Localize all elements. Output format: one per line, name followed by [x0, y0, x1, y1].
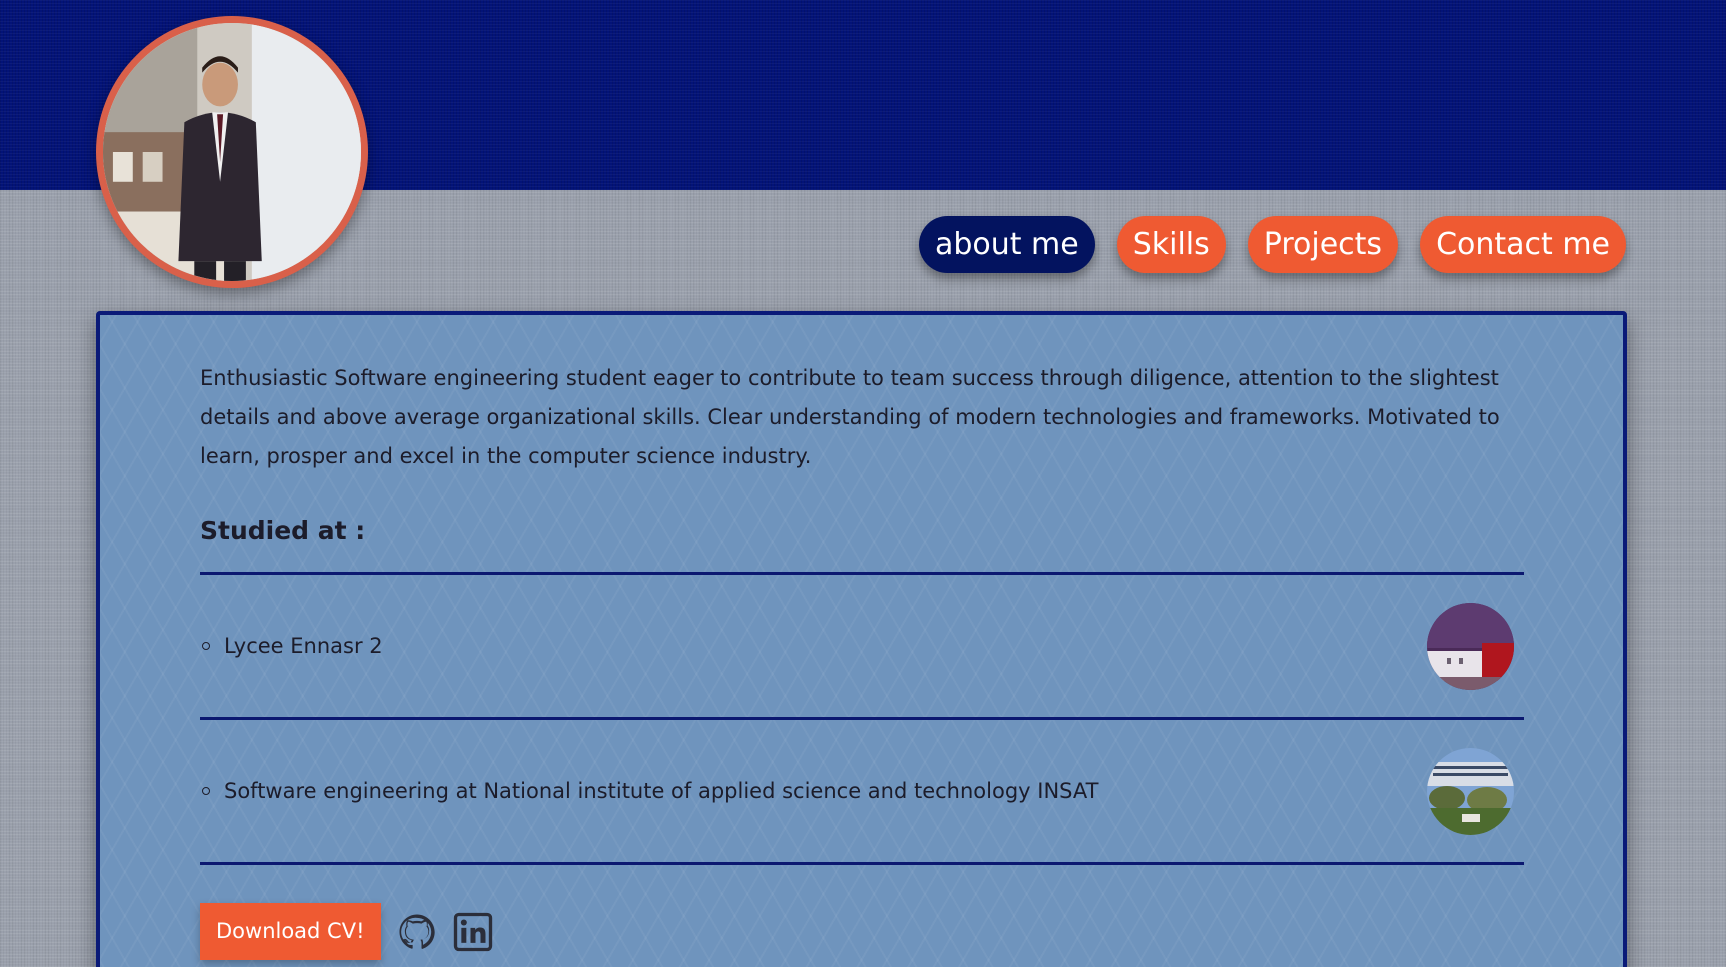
footer-actions: Download CV!	[200, 903, 1524, 960]
school-item: Software engineering at National institu…	[200, 720, 1524, 862]
nav-about-me[interactable]: about me	[918, 216, 1095, 273]
profile-photo-icon	[103, 23, 361, 281]
github-icon[interactable]	[397, 912, 437, 952]
school-photo-icon	[1427, 603, 1514, 690]
about-card: Enthusiastic Software engineering studen…	[96, 311, 1627, 967]
download-cv-button[interactable]: Download CV!	[200, 903, 381, 960]
main-nav: about me Skills Projects Contact me	[918, 216, 1626, 273]
bullet-icon	[202, 642, 210, 650]
school-item: Lycee Ennasr 2	[200, 575, 1524, 717]
school-name: Lycee Ennasr 2	[224, 634, 383, 658]
divider	[200, 862, 1524, 865]
profile-avatar	[96, 16, 368, 288]
nav-projects[interactable]: Projects	[1247, 216, 1399, 273]
bio-text: Enthusiastic Software engineering studen…	[200, 366, 1500, 468]
linkedin-icon[interactable]	[453, 912, 493, 952]
nav-skills[interactable]: Skills	[1116, 216, 1226, 273]
about-content: Enthusiastic Software engineering studen…	[200, 359, 1524, 960]
studied-heading: Studied at :	[200, 516, 366, 545]
nav-contact-me[interactable]: Contact me	[1420, 216, 1626, 273]
bullet-icon	[202, 787, 210, 795]
university-photo-icon	[1427, 748, 1514, 835]
school-name: Software engineering at National institu…	[224, 779, 1099, 803]
